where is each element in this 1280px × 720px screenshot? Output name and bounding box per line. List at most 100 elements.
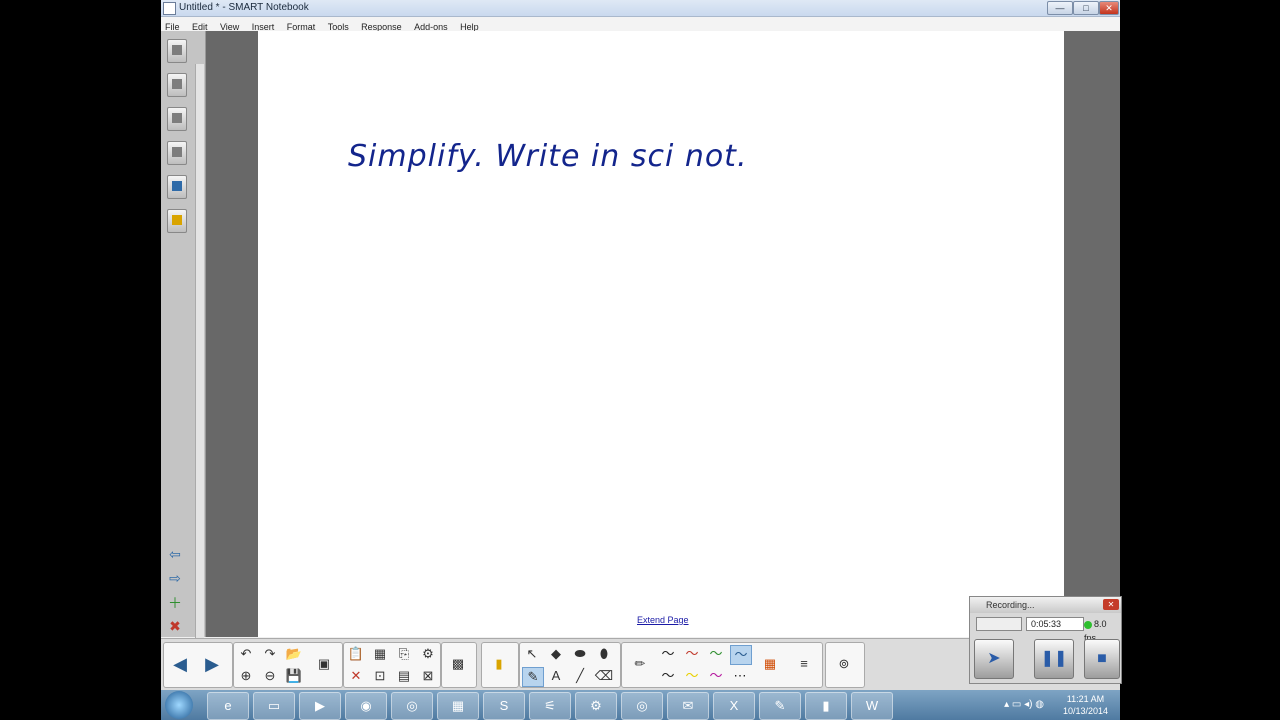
- document-camera-icon[interactable]: ▩: [448, 655, 468, 673]
- properties-icon[interactable]: ⊚: [834, 655, 854, 673]
- side-tab-bar: ⇦ ⇨ ＋ ✖: [161, 31, 206, 666]
- file-explorer-icon[interactable]: ▭: [253, 692, 295, 720]
- chrome-icon[interactable]: ◎: [391, 692, 433, 720]
- app-icon: [163, 2, 176, 15]
- settings-icon[interactable]: ⚙: [575, 692, 617, 720]
- pen-icon[interactable]: ✎: [522, 667, 544, 687]
- recorder-title-bar: Recording...: [970, 597, 1121, 613]
- screen-shade-icon[interactable]: ▣: [314, 655, 334, 673]
- navigation-group: ◀ ▶: [163, 642, 233, 688]
- recorder-source-select[interactable]: [976, 617, 1022, 631]
- clock[interactable]: 11:21 AM 10/13/2014: [1063, 693, 1108, 717]
- forward-icon[interactable]: ▶: [202, 655, 222, 673]
- attachments-icon[interactable]: [167, 107, 187, 131]
- recorder-pointer-button[interactable]: ➤: [974, 639, 1014, 679]
- add-page-icon[interactable]: ⊕: [236, 667, 256, 685]
- document-camera-icon[interactable]: ▦: [370, 645, 390, 663]
- recorder-app-icon[interactable]: ▮: [805, 692, 847, 720]
- pen-purple-icon[interactable]: 〜: [706, 667, 726, 685]
- workspace-margin: [1064, 31, 1120, 637]
- properties-icon[interactable]: [167, 141, 187, 165]
- delete-page-icon[interactable]: ✖: [167, 619, 183, 633]
- line-icon[interactable]: ╱: [570, 667, 590, 685]
- shape-icon[interactable]: ◆: [546, 645, 566, 663]
- notes-icon[interactable]: ✉: [667, 692, 709, 720]
- tools-group: ↖ ◆ ⬬ ⬮ ✎ A ╱ ⌫: [519, 642, 621, 688]
- add-ons-icon[interactable]: [167, 175, 187, 199]
- sidebar-scrollbar[interactable]: [195, 64, 204, 666]
- work-area: Simplify. Write in sci not. Extend Page: [206, 31, 1120, 637]
- chrome-app-icon[interactable]: ◎: [621, 692, 663, 720]
- eraser-icon[interactable]: ⬬: [570, 645, 590, 663]
- magic-pen-icon[interactable]: ⌫: [594, 667, 614, 685]
- color-icon[interactable]: ▦: [760, 655, 780, 673]
- pen-black-icon[interactable]: 〜: [658, 645, 678, 663]
- select-icon[interactable]: ↖: [522, 645, 542, 663]
- pen-blue-icon[interactable]: 〜: [730, 645, 752, 665]
- recorder-title: Recording...: [986, 600, 1035, 610]
- start-button[interactable]: [165, 691, 193, 719]
- word-icon[interactable]: W: [851, 692, 893, 720]
- pen-red-icon[interactable]: 〜: [682, 645, 702, 663]
- recorder-panel: Recording... ✕ 0:05:33 8.0 fps ➤ ❚❚ ■: [969, 596, 1122, 684]
- delete-icon[interactable]: ✕: [346, 667, 366, 685]
- redo-icon[interactable]: ↷: [260, 645, 280, 663]
- pen-styles-group: ✏ 〜 〜 〜 〜 〜 〜 〜 ⋯ ▦ ≡: [621, 642, 823, 688]
- open-icon[interactable]: 📂: [284, 645, 304, 663]
- fill-icon[interactable]: ⬮: [594, 645, 614, 663]
- pen-yellow-icon[interactable]: 〜: [682, 667, 702, 685]
- clock-date: 10/13/2014: [1062, 706, 1108, 716]
- stop-button[interactable]: ■: [1084, 639, 1120, 679]
- lesson-activity-icon[interactable]: [167, 209, 187, 233]
- internet-explorer-icon[interactable]: e: [207, 692, 249, 720]
- delete-page-icon[interactable]: ⊖: [260, 667, 280, 685]
- response-group: ▮: [481, 642, 519, 688]
- recorder-close-button[interactable]: ✕: [1103, 599, 1119, 610]
- recorder-time: 0:05:33: [1026, 617, 1084, 631]
- notebook-page[interactable]: Simplify. Write in sci not. Extend Page: [258, 31, 1064, 637]
- text-icon[interactable]: A: [546, 667, 566, 685]
- move-sidebar-left-icon[interactable]: ⇦: [167, 547, 183, 561]
- apps-grid-icon[interactable]: ▦: [437, 692, 479, 720]
- creative-pen-icon[interactable]: ✏: [630, 655, 650, 673]
- clear-icon[interactable]: ⊠: [418, 667, 438, 685]
- undo-icon[interactable]: ↶: [236, 645, 256, 663]
- handwritten-text[interactable]: Simplify. Write in sci not.: [348, 139, 747, 174]
- add-page-icon[interactable]: ＋: [167, 596, 183, 610]
- screen-capture-icon[interactable]: ⎘: [394, 645, 414, 663]
- show-hide-icon[interactable]: ⊡: [370, 667, 390, 685]
- line-style-icon[interactable]: ≡: [794, 655, 814, 673]
- pdf-reader-icon[interactable]: ⚟: [529, 692, 571, 720]
- title-bar: Untitled * - SMART Notebook — □ ✕: [161, 0, 1120, 17]
- paste-icon[interactable]: 📋: [346, 645, 366, 663]
- pen-dashed-icon[interactable]: ⋯: [730, 667, 750, 685]
- gallery-icon[interactable]: [167, 73, 187, 97]
- save-icon[interactable]: 💾: [284, 667, 304, 685]
- capture-group: ▩: [441, 642, 477, 688]
- properties-group: ⊚: [825, 642, 865, 688]
- pause-button[interactable]: ❚❚: [1034, 639, 1074, 679]
- extend-page-link[interactable]: Extend Page: [637, 615, 689, 625]
- excel-icon[interactable]: X: [713, 692, 755, 720]
- back-icon[interactable]: ◀: [170, 655, 190, 673]
- system-tray[interactable]: ▴ ▭ ◂) ◍: [1004, 699, 1044, 710]
- move-sidebar-right-icon[interactable]: ⇨: [167, 571, 183, 585]
- edit-group: ↶ ↷ 📂 ⊕ ⊖ 💾 ▣: [233, 642, 343, 688]
- firefox-icon[interactable]: ◉: [345, 692, 387, 720]
- skype-icon[interactable]: S: [483, 692, 525, 720]
- recording-status-icon: [1084, 620, 1092, 629]
- response-icon[interactable]: ▮: [489, 655, 509, 673]
- pen-green-icon[interactable]: 〜: [706, 645, 726, 663]
- table-icon[interactable]: ▤: [394, 667, 414, 685]
- close-button[interactable]: ✕: [1099, 1, 1119, 15]
- insert-group: 📋 ▦ ⎘ ⚙ ✕ ⊡ ▤ ⊠: [343, 642, 441, 688]
- windows-taskbar: e ▭ ▶ ◉ ◎ ▦ S ⚟ ⚙ ◎ ✉ X ✎ ▮ W ▴ ▭ ◂) ◍ 1…: [161, 690, 1120, 720]
- pen-thin-icon[interactable]: 〜: [658, 667, 678, 685]
- media-player-icon[interactable]: ▶: [299, 692, 341, 720]
- maximize-button[interactable]: □: [1073, 1, 1099, 15]
- settings-icon[interactable]: ⚙: [418, 645, 438, 663]
- clock-time: 11:21 AM: [1066, 694, 1105, 704]
- page-sorter-icon[interactable]: [167, 39, 187, 63]
- smart-notebook-icon[interactable]: ✎: [759, 692, 801, 720]
- minimize-button[interactable]: —: [1047, 1, 1073, 15]
